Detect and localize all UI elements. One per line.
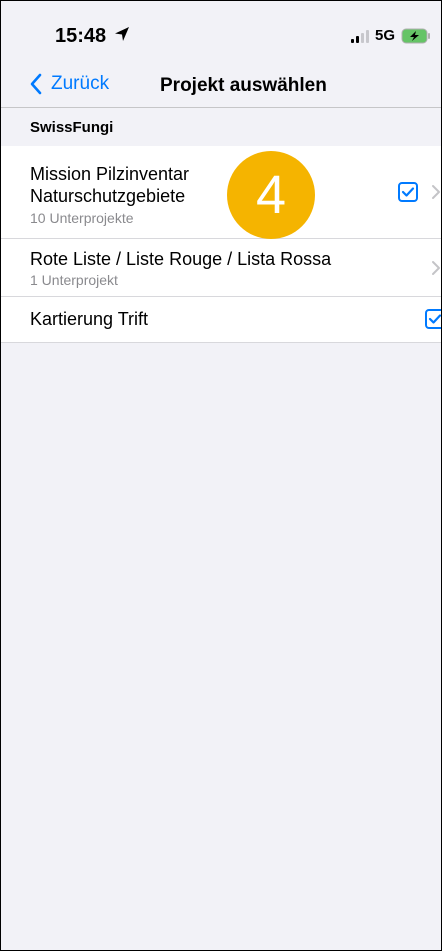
network-type-label: 5G	[374, 27, 395, 44]
chevron-right-icon	[432, 261, 440, 275]
status-time: 15:48	[55, 25, 107, 47]
project-title-line1: Mission Pilzinventar	[30, 164, 190, 184]
location-arrow-icon	[115, 27, 129, 41]
status-indicators: 5G	[350, 27, 431, 44]
project-subtitle: 1 Unterprojekt	[30, 272, 118, 288]
signal-strength-icon	[350, 29, 369, 43]
section-header: SwissFungi	[1, 108, 441, 146]
chevron-left-icon	[30, 73, 42, 95]
section-header-label: SwissFungi	[30, 119, 114, 136]
project-list: Mission Pilzinventar Naturschutzgebiete …	[1, 146, 441, 343]
project-title-line2: Naturschutzgebiete	[30, 186, 186, 206]
project-row-mission-pilzinventar[interactable]: Mission Pilzinventar Naturschutzgebiete …	[1, 146, 441, 239]
chevron-right-icon	[432, 185, 440, 199]
project-title: Kartierung Trift	[30, 309, 149, 329]
back-button-label: Zurück	[51, 73, 110, 94]
battery-charging-icon	[401, 28, 430, 43]
project-row-rote-liste[interactable]: Rote Liste / Liste Rouge / Lista Rossa 1…	[1, 239, 441, 297]
status-bar: 15:48 5G	[1, 1, 441, 67]
project-subtitle: 10 Unterprojekte	[30, 210, 134, 226]
phone-screen: 15:48 5G Zurück Projekt auswählen SwissF…	[0, 0, 442, 951]
step-number-badge: 4	[227, 151, 315, 239]
checkbox-checked-icon[interactable]	[425, 309, 442, 329]
project-row-kartierung-trift[interactable]: Kartierung Trift	[1, 297, 441, 343]
navigation-bar: Zurück Projekt auswählen	[1, 67, 441, 107]
project-title: Rote Liste / Liste Rouge / Lista Rossa	[30, 249, 332, 269]
back-button[interactable]: Zurück	[29, 73, 109, 95]
page-title: Projekt auswählen	[160, 75, 327, 96]
checkbox-checked-icon[interactable]	[398, 182, 418, 202]
